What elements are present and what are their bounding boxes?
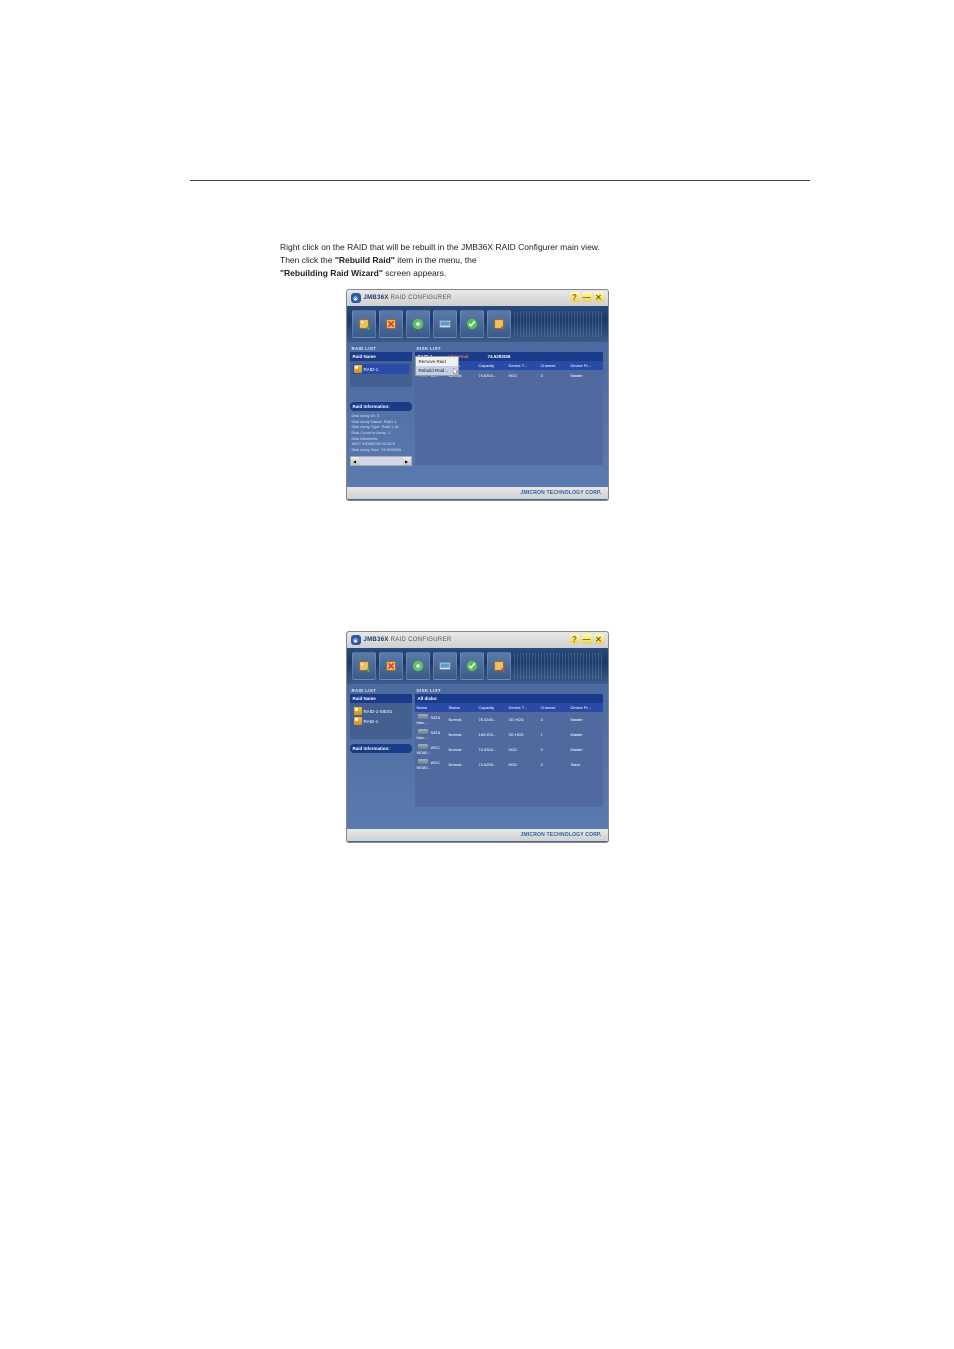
body-paragraph: Right click on the RAID that will be reb… bbox=[280, 241, 730, 279]
app-footer: JMICRON TECHNOLOGY CORP. bbox=[347, 487, 608, 499]
disk-list-body: 00... Normal 74.5304... HDD 3 Master bbox=[415, 370, 603, 465]
raid-item-raid1[interactable]: RAID-1 bbox=[353, 364, 409, 374]
raid-icon bbox=[354, 365, 362, 373]
left-panel: RAID LIST Raid Name RAID-1 Raid Informat… bbox=[347, 342, 415, 487]
disk-row[interactable]: WDC WD80... Normal 74.5293... HDD 3 Slav… bbox=[415, 757, 603, 772]
app-logo-icon bbox=[351, 635, 361, 645]
raid-tree[interactable]: RAID-1 bbox=[350, 361, 412, 387]
app-footer: JMICRON TECHNOLOGY CORP. bbox=[347, 829, 608, 841]
raid-item-0[interactable]: RAID-1-SIES1 bbox=[353, 706, 409, 716]
raid-item-label: RAID-1 bbox=[364, 367, 379, 372]
titlebar: JMB36X RAID CONFIGURER ? — ✕ bbox=[347, 290, 608, 306]
raid-configurer-window-2: JMB36X RAID CONFIGURER ? — ✕ RAID LIST R… bbox=[346, 631, 609, 843]
raid-list-label: RAID LIST bbox=[350, 687, 412, 694]
toolbar-btn-6[interactable] bbox=[487, 652, 511, 680]
disk-column-headers[interactable]: Name Status Capacity Device T... Channel… bbox=[415, 703, 603, 712]
horizontal-scrollbar[interactable]: ◀ ▶ bbox=[350, 456, 412, 466]
app-title: JMB36X RAID CONFIGURER bbox=[364, 295, 452, 301]
disk-group-header: All disks: bbox=[415, 694, 603, 703]
help-button[interactable]: ? bbox=[570, 634, 580, 644]
close-button[interactable]: ✕ bbox=[594, 292, 604, 302]
raid-info-header: Raid Information: bbox=[350, 744, 412, 753]
raid-name-header: Raid Name bbox=[350, 352, 412, 361]
page-divider bbox=[190, 180, 810, 181]
minimize-button[interactable]: — bbox=[582, 292, 592, 302]
raid-info-body: Disk Array ID: 3 Disk Array Name: RAID-1… bbox=[350, 411, 412, 454]
app-title: JMB36X RAID CONFIGURER bbox=[364, 637, 452, 643]
raid-item-1[interactable]: RAID-1 bbox=[353, 716, 409, 726]
titlebar: JMB36X RAID CONFIGURER ? — ✕ bbox=[347, 632, 608, 648]
scroll-left-icon[interactable]: ◀ bbox=[351, 457, 359, 465]
disk-icon bbox=[418, 729, 428, 734]
disk-list-label: DISK LIST bbox=[415, 687, 603, 694]
left-panel: RAID LIST Raid Name RAID-1-SIES1 RAID-1 … bbox=[347, 684, 415, 829]
toolbar-btn-5[interactable] bbox=[460, 310, 484, 338]
toolbar-btn-3[interactable] bbox=[406, 310, 430, 338]
help-button[interactable]: ? bbox=[570, 292, 580, 302]
disk-icon bbox=[418, 714, 428, 719]
toolbar-btn-6[interactable] bbox=[487, 310, 511, 338]
raid-icon bbox=[354, 707, 362, 715]
toolbar bbox=[347, 648, 608, 684]
disk-list-label: DISK LIST bbox=[415, 345, 603, 352]
cursor-icon bbox=[453, 368, 459, 376]
minimize-button[interactable]: — bbox=[582, 634, 592, 644]
disk-icon bbox=[418, 744, 428, 749]
raid-info-header: Raid Information: bbox=[350, 402, 412, 411]
disk-row[interactable]: SATA Max... Normal 76.3340... 3G HDD 3 M… bbox=[415, 712, 603, 727]
app-logo-icon bbox=[351, 293, 361, 303]
toolbar-btn-4[interactable] bbox=[433, 652, 457, 680]
raid-list-label: RAID LIST bbox=[350, 345, 412, 352]
raid-name-header: Raid Name bbox=[350, 694, 412, 703]
toolbar bbox=[347, 306, 608, 342]
toolbar-btn-3[interactable] bbox=[406, 652, 430, 680]
disk-list-body: SATA Max... Normal 76.3340... 3G HDD 3 M… bbox=[415, 712, 603, 807]
toolbar-filler bbox=[514, 311, 603, 337]
right-panel: DISK LIST All disks: Name Status Capacit… bbox=[415, 684, 608, 829]
context-remove-raid[interactable]: Remove Raid bbox=[416, 357, 458, 366]
raid-configurer-window-1: JMB36X RAID CONFIGURER ? — ✕ RAID LIST R… bbox=[346, 289, 609, 501]
raid-item-label: RAID-1 bbox=[364, 719, 379, 724]
toolbar-btn-1[interactable] bbox=[352, 310, 376, 338]
disk-row[interactable]: WDC WD80... Normal 74.5304... HDD 3 Mast… bbox=[415, 742, 603, 757]
close-button[interactable]: ✕ bbox=[594, 634, 604, 644]
toolbar-btn-5[interactable] bbox=[460, 652, 484, 680]
disk-icon bbox=[418, 759, 428, 764]
toolbar-btn-1[interactable] bbox=[352, 652, 376, 680]
raid-tree[interactable]: RAID-1-SIES1 RAID-1 bbox=[350, 703, 412, 739]
raid-icon bbox=[354, 717, 362, 725]
toolbar-filler bbox=[514, 653, 603, 679]
toolbar-btn-2[interactable] bbox=[379, 310, 403, 338]
raid-item-label: RAID-1-SIES1 bbox=[364, 709, 393, 714]
scroll-right-icon[interactable]: ▶ bbox=[403, 457, 411, 465]
toolbar-btn-4[interactable] bbox=[433, 310, 457, 338]
toolbar-btn-2[interactable] bbox=[379, 652, 403, 680]
context-rebuild-raid[interactable]: Rebuild Raid... bbox=[416, 366, 458, 375]
disk-row[interactable]: SATA Max... Normal 189.920... 3G HDD 1 M… bbox=[415, 727, 603, 742]
scroll-track[interactable] bbox=[359, 457, 403, 465]
